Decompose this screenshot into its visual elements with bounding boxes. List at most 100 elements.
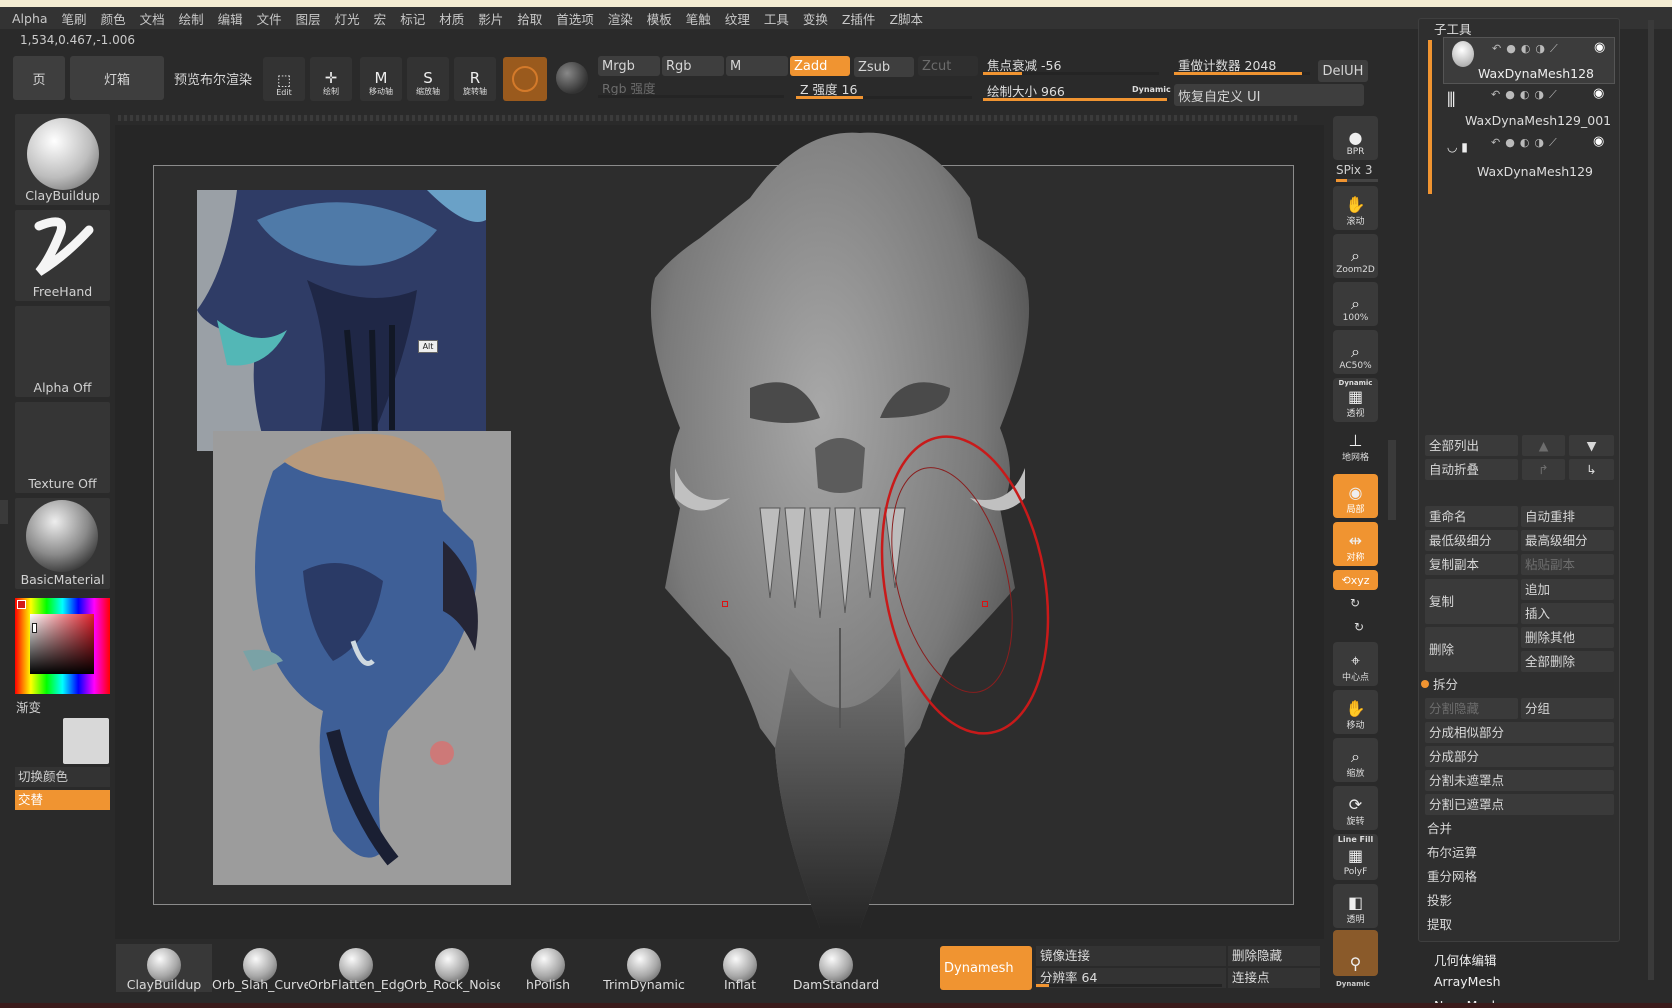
rotate-y-icon[interactable]: ↻ <box>1350 596 1360 610</box>
dynamesh-button[interactable]: Dynamesh <box>940 946 1032 990</box>
copy-button[interactable]: 复制 <box>1425 579 1518 624</box>
subtool-scrollbar[interactable] <box>1428 40 1432 194</box>
reference-image-bottom[interactable] <box>213 431 511 885</box>
texture-swatch[interactable] <box>556 62 588 94</box>
secondary-color-swatch[interactable] <box>15 718 61 764</box>
rotate-z-icon[interactable]: ↻ <box>1354 620 1364 634</box>
tray-divider[interactable] <box>118 115 1298 121</box>
move-up-arrow-icon[interactable]: ▲ <box>1522 435 1565 456</box>
texture-slot[interactable]: Texture Off <box>15 402 110 493</box>
dynamic-size-toggle[interactable]: Dynamic <box>1132 85 1171 94</box>
shelf-brush[interactable]: OrbFlatten_Edge <box>308 944 404 992</box>
append-button[interactable]: 追加 <box>1521 579 1614 600</box>
rename-button[interactable]: 重命名 <box>1425 506 1518 527</box>
menu-item[interactable]: 首选项 <box>556 9 594 28</box>
move-view-button[interactable]: ✋ 移动 <box>1333 690 1378 734</box>
resolution-slider[interactable]: 分辨率 64 <box>1036 968 1226 988</box>
menu-item[interactable]: 笔刷 <box>62 9 87 28</box>
duplicate-button[interactable]: 复制副本 <box>1425 554 1518 575</box>
insert-button[interactable]: 插入 <box>1521 603 1614 624</box>
shelf-brush[interactable]: Orb_Rock_Noise <box>404 944 500 992</box>
perspective-button[interactable]: Dynamic ▦ 透视 <box>1333 378 1378 422</box>
merge-section[interactable]: 合并 <box>1425 818 1615 839</box>
polyframe-button[interactable]: Line Fill ▦ PolyF <box>1333 834 1378 880</box>
menu-item[interactable]: 影片 <box>478 9 503 28</box>
shelf-brush[interactable]: ClayBuildup <box>116 944 212 992</box>
material-slot[interactable]: BasicMaterial <box>15 498 110 589</box>
menu-item[interactable]: 变换 <box>803 9 828 28</box>
split-parts-button[interactable]: 分成部分 <box>1425 746 1614 767</box>
boolean-section[interactable]: 布尔运算 <box>1425 842 1615 863</box>
menu-item[interactable]: 编辑 <box>218 9 243 28</box>
project-section[interactable]: 投影 <box>1425 890 1615 911</box>
split-unmasked-button[interactable]: 分割未遮罩点 <box>1425 770 1614 791</box>
lowest-subdiv-button[interactable]: 最低级细分 <box>1425 530 1518 551</box>
menu-item[interactable]: 标记 <box>400 9 425 28</box>
preview-boolean-button[interactable]: 预览布尔渲染 <box>168 56 258 100</box>
stroke-slot[interactable]: FreeHand <box>15 210 110 301</box>
switch-color-button[interactable]: 切换颜色 <box>15 767 110 787</box>
subtool-title[interactable]: 子工具 <box>1434 19 1472 38</box>
split-section-header[interactable]: 拆分 <box>1431 674 1621 695</box>
delete-button[interactable]: 删除 <box>1425 627 1518 672</box>
floor-grid-button[interactable]: ⊥ 地网格 <box>1333 426 1378 466</box>
rotate-button[interactable]: R 旋转轴 <box>454 57 496 101</box>
menu-item[interactable]: 绘制 <box>179 9 204 28</box>
mirror-weld-button[interactable]: 镜像连接 <box>1036 946 1226 966</box>
remesh-section[interactable]: 重分网格 <box>1425 866 1615 887</box>
spix-setting[interactable]: SPix 3 <box>1336 163 1372 177</box>
lightbox-button[interactable]: 灯箱 <box>70 56 164 100</box>
subtool-toggles[interactable]: ↶●◐◑⟋ <box>1492 42 1563 56</box>
move-button[interactable]: M 移动轴 <box>360 57 402 101</box>
half-size-button[interactable]: ⌕ AC50% <box>1333 330 1378 374</box>
paste-button[interactable]: 粘贴副本 <box>1521 554 1614 575</box>
rgb-button[interactable]: Rgb <box>662 56 724 76</box>
visibility-eye-icon[interactable]: ◉ <box>1593 86 1604 101</box>
move-down-sub-icon[interactable]: ↳ <box>1569 459 1614 480</box>
geometry-edit-menu[interactable]: 几何体编辑 <box>1434 950 1497 969</box>
split-hidden-button[interactable]: 分割隐藏 <box>1425 698 1518 719</box>
shelf-brush[interactable]: DamStandard <box>788 944 884 992</box>
zadd-button[interactable]: Zadd <box>790 56 850 76</box>
right-tray-divider[interactable] <box>1388 440 1396 520</box>
move-down-arrow-icon[interactable]: ▼ <box>1569 435 1614 456</box>
local-symmetry-button[interactable]: ◉ 局部 <box>1333 474 1378 518</box>
menu-item[interactable]: 灯光 <box>335 9 360 28</box>
delete-hidden-button[interactable]: 删除隐藏 <box>1228 946 1320 966</box>
visibility-eye-icon[interactable]: ◉ <box>1594 40 1605 55</box>
auto-collapse-button[interactable]: 自动折叠 <box>1425 459 1518 480</box>
spix-slider-track[interactable] <box>1336 179 1378 182</box>
primary-color-swatch[interactable] <box>63 718 109 764</box>
menu-item[interactable]: 工具 <box>764 9 789 28</box>
menu-item[interactable]: Z插件 <box>842 9 876 28</box>
shelf-brush[interactable]: Orb_Slah_Curve <box>212 944 308 992</box>
gradient-label[interactable]: 渐变 <box>16 697 41 716</box>
brush-slot[interactable]: ClayBuildup <box>15 114 110 205</box>
menu-item[interactable]: 文件 <box>257 9 282 28</box>
zoom2d-button[interactable]: ⌕ Zoom2D <box>1333 234 1378 278</box>
scale-view-button[interactable]: ⌕ 缩放 <box>1333 738 1378 782</box>
rgb-intensity-slider[interactable]: Rgb 强度 <box>598 79 788 99</box>
xyz-button[interactable]: ⟲xyz <box>1333 570 1378 590</box>
menu-item[interactable]: 图层 <box>296 9 321 28</box>
right-scrollbar[interactable] <box>1648 20 1654 980</box>
scale-button[interactable]: S 缩放轴 <box>407 57 449 101</box>
scroll-button[interactable]: ✋ 滚动 <box>1333 186 1378 230</box>
left-tray-toggle[interactable] <box>0 500 8 524</box>
transparency-button[interactable]: ◧ 透明 <box>1333 884 1378 928</box>
menu-item[interactable]: 材质 <box>439 9 464 28</box>
subtool-item-3[interactable]: ◡ ▮ ↶●◐◑⟋ ◉ WaxDynaMesh129 <box>1443 134 1615 180</box>
highest-subdiv-button[interactable]: 最高级细分 <box>1521 530 1614 551</box>
split-masked-button[interactable]: 分割已遮罩点 <box>1425 794 1614 815</box>
menu-item[interactable]: 渲染 <box>608 9 633 28</box>
shelf-brush[interactable]: Inflat <box>692 944 788 992</box>
material-swatch[interactable] <box>503 57 547 101</box>
ghost-button[interactable]: ⚲ <box>1333 930 1378 976</box>
groups-split-button[interactable]: 分组 <box>1521 698 1614 719</box>
bpr-render-button[interactable]: ● BPR <box>1333 116 1378 160</box>
menu-item[interactable]: 纹理 <box>725 9 750 28</box>
edit-button[interactable]: ⬚ Edit <box>263 57 305 101</box>
menu-item[interactable]: 拾取 <box>517 9 542 28</box>
mrgb-button[interactable]: Mrgb <box>598 56 660 76</box>
delete-other-button[interactable]: 删除其他 <box>1521 627 1614 648</box>
